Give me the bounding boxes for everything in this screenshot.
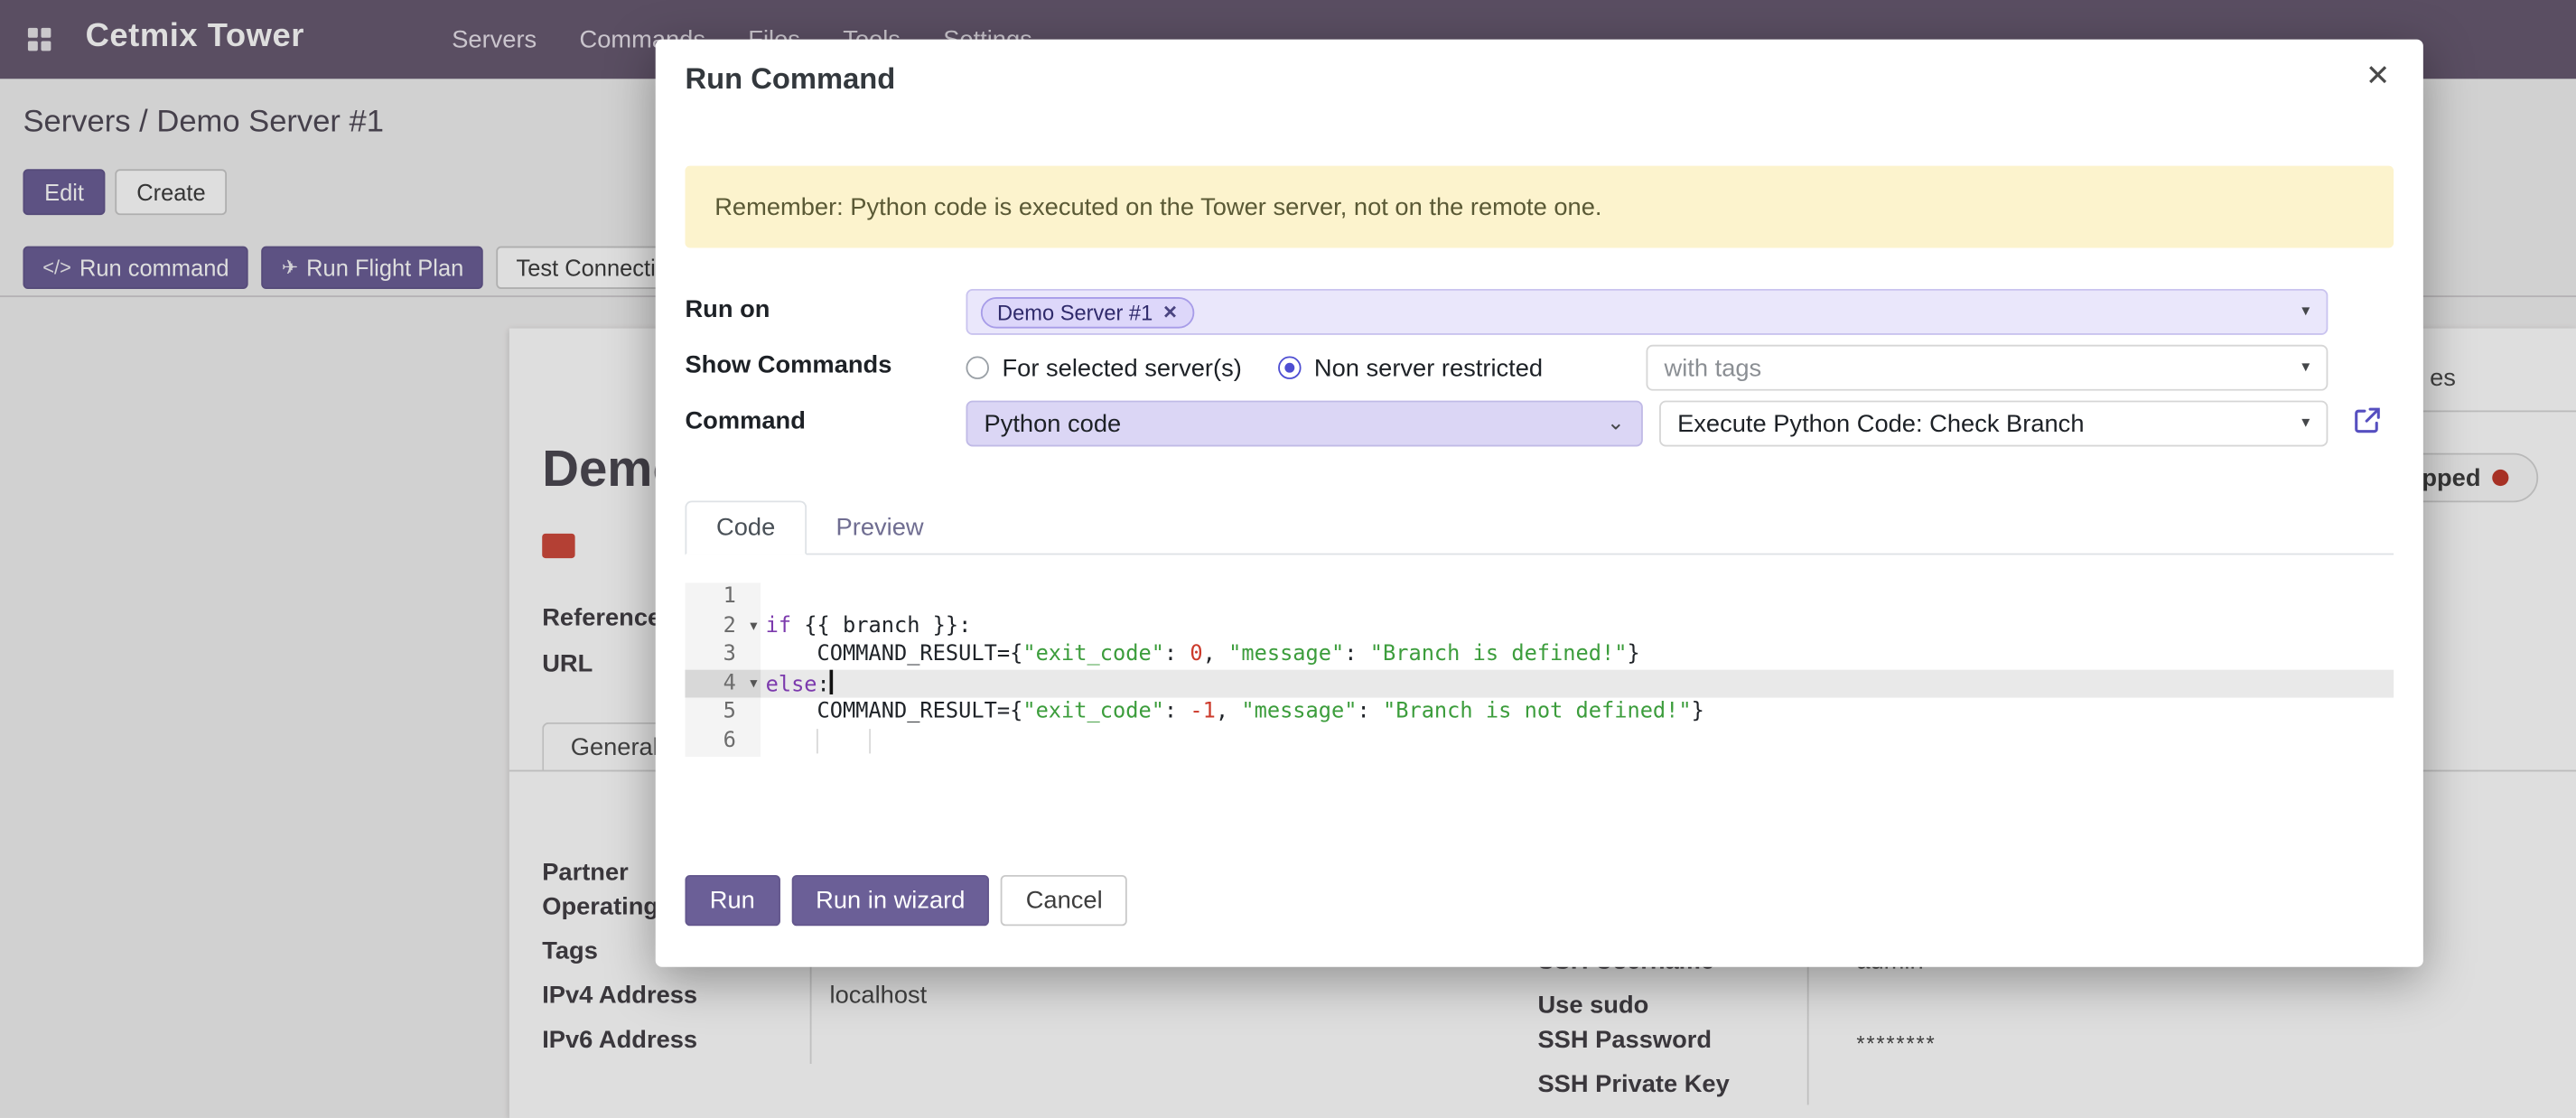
modal-tabs: Code Preview bbox=[685, 500, 2394, 554]
code-editor-lines: 12▾if {{ branch }}:3 COMMAND_RESULT={"ex… bbox=[685, 582, 2394, 756]
text-cursor bbox=[830, 669, 834, 694]
code-text: COMMAND_RESULT={"exit_code": -1, "messag… bbox=[766, 698, 1704, 727]
code-line[interactable]: 4▾else: bbox=[685, 669, 2394, 698]
command-select[interactable]: Execute Python Code: Check Branch ▾ bbox=[1659, 401, 2328, 447]
caret-down-icon: ▾ bbox=[2301, 359, 2310, 377]
code-line[interactable]: 5 COMMAND_RESULT={"exit_code": -1, "mess… bbox=[685, 698, 2394, 727]
code-text: COMMAND_RESULT={"exit_code": 0, "message… bbox=[766, 640, 1640, 669]
indent-guide bbox=[869, 729, 871, 753]
external-link-icon[interactable] bbox=[2353, 405, 2383, 435]
run-in-wizard-button[interactable]: Run in wizard bbox=[791, 875, 990, 926]
code-line[interactable]: 3 COMMAND_RESULT={"exit_code": 0, "messa… bbox=[685, 640, 2394, 669]
server-chip-label: Demo Server #1 bbox=[997, 300, 1153, 324]
code-text: if {{ branch }}: bbox=[766, 611, 972, 640]
run-command-modal: Run Command ✕ Remember: Python code is e… bbox=[656, 40, 2423, 967]
cancel-button[interactable]: Cancel bbox=[1001, 875, 1127, 926]
with-tags-select[interactable]: with tags ▾ bbox=[1647, 345, 2329, 391]
viewport: Cetmix Tower Servers Commands Files Tool… bbox=[0, 0, 2576, 1118]
alert-text: Remember: Python code is executed on the… bbox=[714, 193, 1601, 221]
code-text: else: bbox=[766, 669, 834, 700]
code-line[interactable]: 1 bbox=[685, 582, 2394, 611]
caret-down-icon: ▾ bbox=[2301, 415, 2310, 433]
indent-guide bbox=[817, 729, 818, 753]
line-number: 2▾ bbox=[685, 611, 761, 640]
radio-label-for-selected[interactable]: For selected server(s) bbox=[1003, 354, 1242, 382]
radio-non-server-restricted[interactable] bbox=[1278, 356, 1301, 378]
line-number: 6 bbox=[685, 727, 761, 756]
fold-icon[interactable]: ▾ bbox=[750, 611, 757, 640]
radio-for-selected-servers[interactable] bbox=[966, 356, 989, 378]
chevron-down-icon: ⌄ bbox=[1607, 410, 1625, 436]
python-warning-alert: Remember: Python code is executed on the… bbox=[685, 166, 2394, 248]
tab-code[interactable]: Code bbox=[685, 500, 806, 554]
run-on-label: Run on bbox=[685, 295, 770, 323]
code-line[interactable]: 2▾if {{ branch }}: bbox=[685, 611, 2394, 640]
line-number: 5 bbox=[685, 698, 761, 727]
command-label: Command bbox=[685, 407, 805, 435]
fold-icon[interactable]: ▾ bbox=[750, 669, 757, 698]
command-type-value: Python code bbox=[985, 410, 1122, 438]
modal-footer: Run Run in wizard Cancel bbox=[685, 875, 1126, 926]
line-number: 3 bbox=[685, 640, 761, 669]
tab-preview[interactable]: Preview bbox=[807, 500, 954, 553]
code-editor[interactable]: 12▾if {{ branch }}:3 COMMAND_RESULT={"ex… bbox=[685, 582, 2394, 759]
with-tags-placeholder: with tags bbox=[1665, 354, 1762, 382]
command-value: Execute Python Code: Check Branch bbox=[1677, 410, 2084, 438]
run-on-field[interactable]: Demo Server #1 ✕ ▾ bbox=[966, 289, 2329, 335]
close-icon[interactable]: ✕ bbox=[2366, 59, 2390, 93]
code-line[interactable]: 6 bbox=[685, 727, 2394, 756]
chip-remove-icon[interactable]: ✕ bbox=[1162, 302, 1178, 323]
show-commands-radio-group: For selected server(s) Non server restri… bbox=[966, 345, 1580, 391]
caret-down-icon[interactable]: ▾ bbox=[2301, 303, 2310, 321]
modal-title: Run Command bbox=[685, 62, 895, 97]
command-type-select[interactable]: Python code ⌄ bbox=[966, 401, 1643, 447]
line-number: 4▾ bbox=[685, 669, 761, 698]
line-number: 1 bbox=[685, 582, 761, 611]
radio-label-non-restricted[interactable]: Non server restricted bbox=[1314, 354, 1543, 382]
run-button[interactable]: Run bbox=[685, 875, 779, 926]
server-chip[interactable]: Demo Server #1 ✕ bbox=[981, 296, 1194, 328]
show-commands-label: Show Commands bbox=[685, 351, 891, 379]
